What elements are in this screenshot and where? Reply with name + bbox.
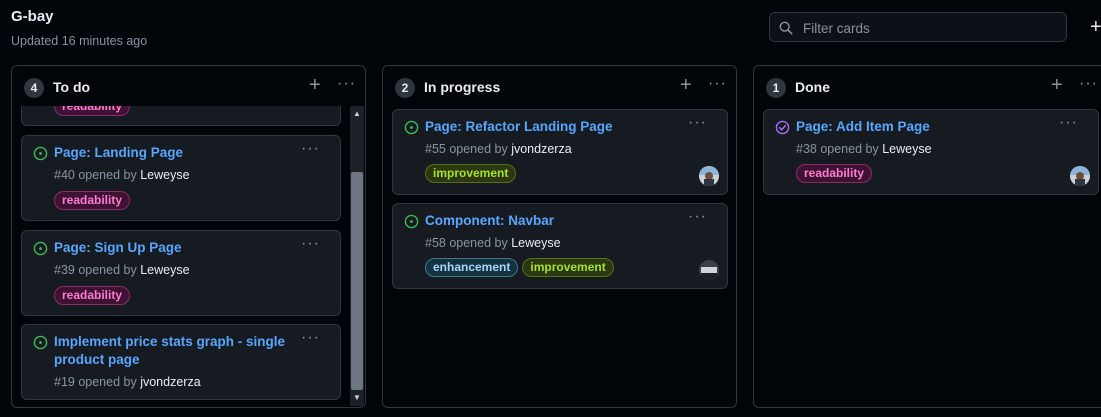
card-meta-text: #38 opened by (796, 142, 879, 156)
card-meta: #58 opened by Leweyse (425, 236, 561, 250)
card-meta: #39 opened by Leweyse (54, 263, 190, 277)
card-title-link[interactable]: Page: Sign Up Page (54, 239, 300, 257)
scroll-down-arrow-icon[interactable]: ▼ (352, 393, 362, 403)
card-author[interactable]: Leweyse (140, 168, 189, 182)
card-labels: enhancement improvement (425, 258, 614, 277)
column-in-progress: 2 In progress + ··· Page: Refactor Landi… (382, 65, 737, 408)
scroll-up-arrow-icon[interactable]: ▲ (352, 109, 362, 119)
add-card-button[interactable]: + (1051, 75, 1063, 95)
label-improvement[interactable]: improvement (522, 258, 614, 277)
card-meta: #40 opened by Leweyse (54, 168, 190, 182)
issue-closed-icon (775, 120, 790, 135)
project-title: G-bay (11, 8, 54, 25)
card-title-link[interactable]: Implement price stats graph - single pro… (54, 333, 300, 369)
search-icon (779, 21, 793, 35)
card-meta: #19 opened by jvondzerza (54, 375, 201, 389)
column-title: To do (53, 79, 91, 95)
card-issue-19[interactable]: Implement price stats graph - single pro… (21, 324, 341, 400)
card-meta: #38 opened by Leweyse (796, 142, 932, 156)
card-labels: readability (54, 286, 131, 305)
label-improvement[interactable]: improvement (425, 164, 517, 183)
card-menu-button[interactable]: ··· (301, 329, 320, 347)
card-meta-text: #40 opened by (54, 168, 137, 182)
card-meta-text: #58 opened by (425, 236, 508, 250)
card-meta-text: #39 opened by (54, 263, 137, 277)
card-issue-40[interactable]: Page: Landing Page ··· #40 opened by Lew… (21, 135, 341, 221)
column-header: 1 Done + ··· (754, 66, 1101, 106)
label-readability[interactable]: readability (54, 286, 131, 305)
issue-opened-icon (33, 241, 48, 256)
label-readability[interactable]: readability (54, 191, 131, 210)
add-column-button[interactable]: + (1090, 17, 1101, 37)
label-readability[interactable]: readability (796, 164, 873, 183)
card-menu-button[interactable]: ··· (301, 140, 320, 158)
card-author[interactable]: jvondzerza (140, 375, 200, 389)
column-scrollbar-thumb[interactable] (351, 172, 363, 390)
card-title-link[interactable]: Component: Navbar (425, 212, 687, 230)
issue-opened-icon (33, 146, 48, 161)
card-issue-55[interactable]: Page: Refactor Landing Page ··· #55 open… (392, 109, 728, 195)
card-labels: improvement (425, 164, 517, 183)
issue-opened-icon (33, 335, 48, 350)
card-menu-button[interactable]: ··· (688, 114, 707, 132)
label-enhancement[interactable]: enhancement (425, 258, 519, 277)
card-issue-38[interactable]: Page: Add Item Page ··· #38 opened by Le… (763, 109, 1099, 195)
add-card-button[interactable]: + (309, 75, 321, 95)
column-card-count: 4 (24, 78, 44, 98)
project-updated: Updated 16 minutes ago (11, 34, 148, 48)
card-author[interactable]: jvondzerza (511, 142, 571, 156)
column-menu-button[interactable]: ··· (337, 74, 356, 94)
issue-opened-icon (404, 120, 419, 135)
card-issue-39[interactable]: Page: Sign Up Page ··· #39 opened by Lew… (21, 230, 341, 316)
card-menu-button[interactable]: ··· (688, 208, 707, 226)
issue-opened-icon (404, 214, 419, 229)
card-title-link[interactable]: Page: Refactor Landing Page (425, 118, 687, 136)
column-title: In progress (424, 79, 501, 95)
column-title: Done (795, 79, 830, 95)
card-labels: readability (54, 191, 131, 210)
column-done: 1 Done + ··· Page: Add Item Page ··· #38… (753, 65, 1101, 408)
card-menu-button[interactable]: ··· (1059, 114, 1078, 132)
column-card-count: 1 (766, 78, 786, 98)
avatar[interactable] (699, 260, 719, 280)
card-title-link[interactable]: Page: Landing Page (54, 144, 300, 162)
card-author[interactable]: Leweyse (511, 236, 560, 250)
card-menu-button[interactable]: ··· (301, 235, 320, 253)
column-menu-button[interactable]: ··· (1079, 74, 1098, 94)
column-to-do: 4 To do + ··· readability 4 To do + ··· … (11, 65, 366, 408)
avatar[interactable] (1070, 166, 1090, 186)
card-title-link[interactable]: Page: Add Item Page (796, 118, 1058, 136)
filter-cards-field[interactable] (769, 12, 1067, 42)
column-menu-button[interactable]: ··· (708, 74, 727, 94)
card-meta-text: #55 opened by (425, 142, 508, 156)
filter-cards-input[interactable] (801, 17, 1060, 39)
card-meta-text: #19 opened by (54, 375, 137, 389)
card-author[interactable]: Leweyse (140, 263, 189, 277)
card-author[interactable]: Leweyse (882, 142, 931, 156)
card-labels: readability (796, 164, 873, 183)
add-card-button[interactable]: + (680, 75, 692, 95)
card-issue-58[interactable]: Component: Navbar ··· #58 opened by Lewe… (392, 203, 728, 289)
column-header-overlay: 4 To do + ··· (12, 66, 365, 106)
column-header: 2 In progress + ··· (383, 66, 736, 106)
card-meta: #55 opened by jvondzerza (425, 142, 572, 156)
column-card-count: 2 (395, 78, 415, 98)
avatar[interactable] (699, 166, 719, 186)
